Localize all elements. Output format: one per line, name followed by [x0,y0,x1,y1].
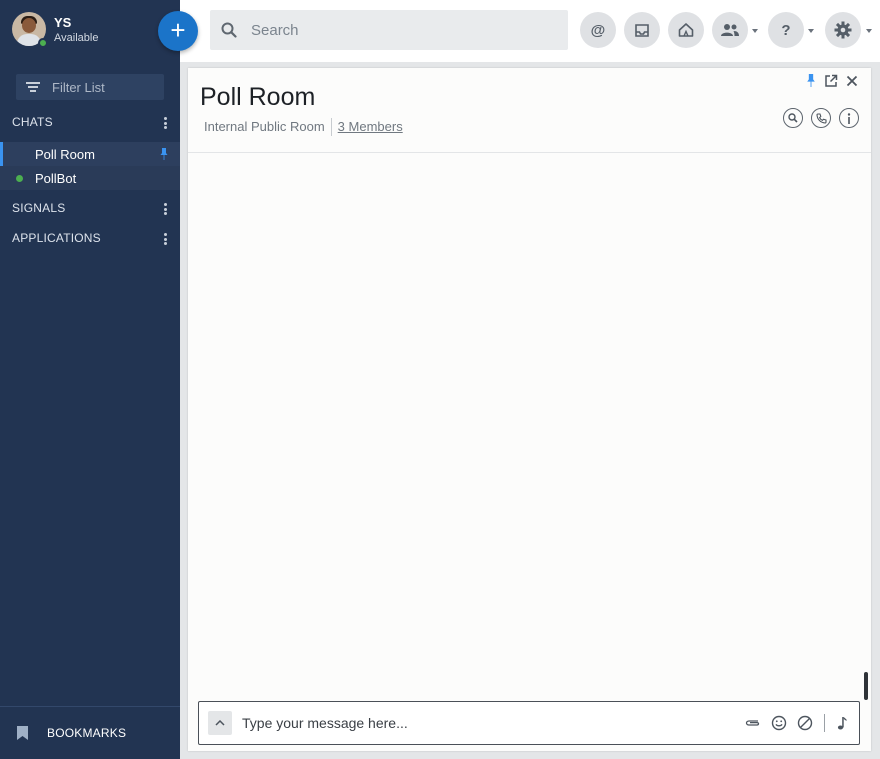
applications-menu-icon[interactable] [164,233,167,245]
composer-divider [824,714,825,732]
help-dropdown-icon[interactable] [808,29,814,33]
sidebar-item-label: PollBot [35,170,77,186]
online-status-dot [16,174,23,182]
user-profile[interactable]: YS Available [12,12,98,46]
popout-icon[interactable] [824,74,838,88]
contacts-button[interactable] [712,12,748,48]
info-icon [847,112,851,124]
members-link[interactable]: 3 Members [338,119,403,136]
signals-section-header[interactable]: SIGNALS [12,201,65,215]
user-name: YS [54,14,72,30]
search-icon [788,113,798,123]
people-icon [721,24,739,36]
call-button[interactable] [811,108,831,128]
filter-list-placeholder: Filter List [52,79,105,95]
chats-menu-icon[interactable] [164,117,167,129]
bookmark-icon [17,726,28,740]
chevron-up-icon [215,720,225,726]
divider [330,118,332,136]
search-placeholder: Search [251,21,299,39]
bookmarks-label: BOOKMARKS [47,726,127,740]
message-composer[interactable]: Type your message here... [198,701,860,745]
sidebar-item-pollbot[interactable]: PollBot [0,166,180,190]
message-input-placeholder[interactable]: Type your message here... [242,715,744,731]
bookmarks-button[interactable]: BOOKMARKS [0,706,180,759]
expand-composer-button[interactable] [208,711,232,735]
close-icon[interactable] [845,74,859,88]
disable-formatting-button[interactable] [796,714,814,732]
new-chat-button[interactable]: + [158,11,198,51]
phone-icon [815,112,827,124]
mentions-button[interactable]: @ [580,12,616,48]
help-icon: ? [781,21,791,39]
applications-section-header[interactable]: APPLICATIONS [12,231,101,245]
room-subtitle: Internal Public Room 3 Members [204,118,403,136]
messages-scrollbar[interactable] [864,672,868,700]
room-title: Poll Room [200,83,316,111]
home-icon [678,23,694,37]
settings-dropdown-icon[interactable] [866,29,872,33]
search-icon [221,22,237,38]
help-button[interactable]: ? [768,12,804,48]
music-note-icon [837,717,847,730]
inbox-icon [635,24,649,37]
smiley-icon [771,715,787,731]
filter-list-input[interactable]: Filter List [16,74,164,100]
sidebar-item-label: Poll Room [35,146,95,162]
inbox-button[interactable] [624,12,660,48]
user-status[interactable]: Available [54,32,98,44]
audio-message-button[interactable] [833,714,851,732]
at-icon: @ [590,21,606,39]
pin-icon[interactable] [160,148,168,160]
gear-icon [834,21,852,39]
chats-section-header[interactable]: CHATS [12,115,53,129]
contacts-dropdown-icon[interactable] [752,29,758,33]
pin-icon[interactable] [806,74,816,87]
filter-icon [26,81,40,93]
top-bar: Search @ ? [180,0,880,62]
search-input[interactable]: Search [210,10,568,50]
sidebar: YS Available Filter List CHATS Poll Room… [0,0,180,759]
search-room-button[interactable] [783,108,803,128]
room-panel: Poll Room Internal Public Room 3 Members… [188,68,871,751]
paperclip-icon [745,720,760,726]
signals-menu-icon[interactable] [164,203,167,215]
presence-dot [38,38,48,48]
home-button[interactable] [668,12,704,48]
sidebar-item-poll-room[interactable]: Poll Room [0,142,180,166]
room-type: Internal Public Room [204,119,325,134]
room-info-button[interactable] [839,108,859,128]
no-symbol-icon [797,715,813,731]
header-divider [188,152,871,153]
emoji-button[interactable] [770,714,788,732]
attach-button[interactable] [744,714,762,732]
settings-button[interactable] [825,12,861,48]
